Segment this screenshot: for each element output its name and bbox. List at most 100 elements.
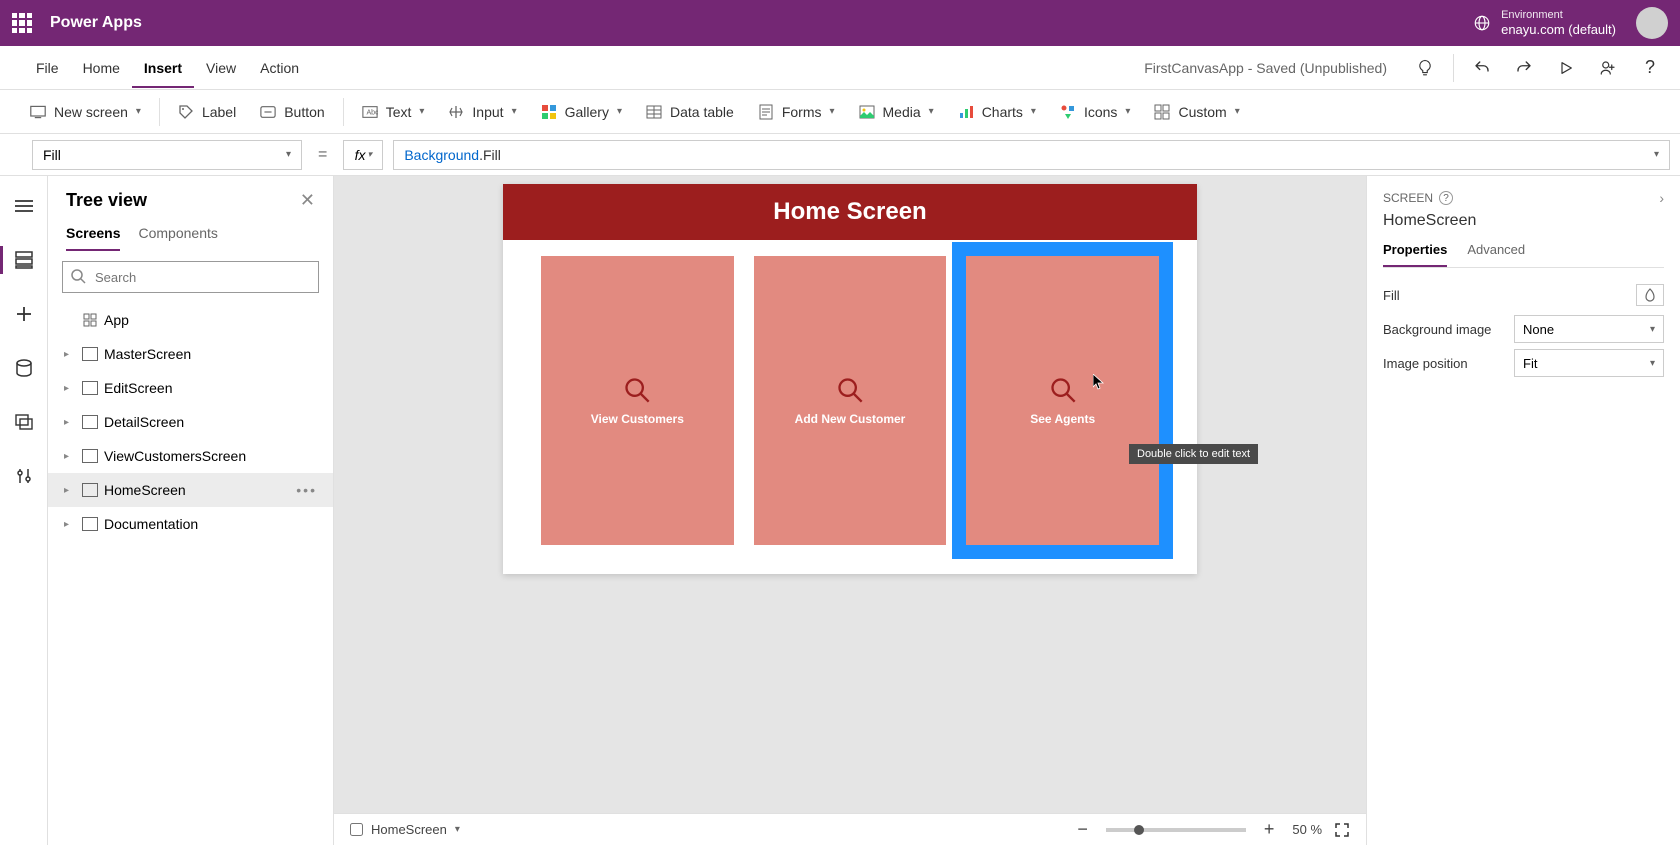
tree-item-masterscreen[interactable]: ▸ MasterScreen bbox=[48, 337, 333, 371]
label-icon bbox=[178, 104, 194, 120]
card-view-customers[interactable]: View Customers bbox=[541, 256, 734, 545]
new-screen-button[interactable]: New screen ▾ bbox=[18, 98, 153, 126]
insert-icons-button[interactable]: Icons ▾ bbox=[1048, 98, 1143, 126]
card-label: View Customers bbox=[591, 412, 684, 426]
tree-item-detailscreen[interactable]: ▸ DetailScreen bbox=[48, 405, 333, 439]
chevron-right-icon[interactable]: ▸ bbox=[64, 485, 76, 496]
menu-view[interactable]: View bbox=[194, 48, 248, 88]
fx-button[interactable]: fx▾ bbox=[343, 140, 383, 170]
zoom-out-button[interactable]: − bbox=[1077, 819, 1088, 840]
card-add-new-customer[interactable]: Add New Customer bbox=[754, 256, 947, 545]
search-input[interactable] bbox=[62, 261, 319, 293]
help-button[interactable]: ? bbox=[1632, 50, 1668, 86]
panel-section-label: SCREEN bbox=[1383, 191, 1433, 205]
insert-charts-button[interactable]: Charts ▾ bbox=[946, 98, 1048, 126]
global-header: Power Apps Environment enayu.com (defaul… bbox=[0, 0, 1680, 46]
rail-insert[interactable] bbox=[8, 298, 40, 330]
forms-icon bbox=[758, 104, 774, 120]
app-checker-button[interactable] bbox=[1407, 50, 1443, 86]
menu-insert[interactable]: Insert bbox=[132, 48, 194, 88]
redo-button[interactable] bbox=[1506, 50, 1542, 86]
insert-button-text: Button bbox=[284, 104, 324, 120]
card-see-agents[interactable]: See Agents bbox=[966, 256, 1159, 545]
more-icon[interactable]: ••• bbox=[296, 482, 323, 498]
screen-icon bbox=[30, 104, 46, 120]
insert-label-text: Label bbox=[202, 104, 236, 120]
rail-advanced-tools[interactable] bbox=[8, 460, 40, 492]
tree-search[interactable] bbox=[62, 261, 319, 293]
screen-icon bbox=[82, 448, 98, 464]
share-button[interactable] bbox=[1590, 50, 1626, 86]
rail-tree-view[interactable] bbox=[8, 244, 40, 276]
chevron-down-icon: ▾ bbox=[1650, 358, 1655, 369]
zoom-in-button[interactable]: + bbox=[1264, 819, 1275, 840]
canvas-area[interactable]: Home Screen View Customers Add New Custo… bbox=[334, 176, 1366, 845]
close-icon[interactable]: ✕ bbox=[300, 190, 315, 211]
formula-input[interactable]: Background.Fill ▾ bbox=[393, 140, 1670, 170]
zoom-slider[interactable] bbox=[1106, 828, 1246, 832]
waffle-icon[interactable] bbox=[12, 13, 32, 33]
status-screen-name: HomeScreen bbox=[371, 822, 447, 837]
tree-item-editscreen[interactable]: ▸ EditScreen bbox=[48, 371, 333, 405]
chevron-right-icon[interactable]: › bbox=[1659, 190, 1664, 206]
screen-checkbox[interactable] bbox=[350, 823, 363, 836]
insert-forms-button[interactable]: Forms ▾ bbox=[746, 98, 847, 126]
insert-input-button[interactable]: Input ▾ bbox=[436, 98, 528, 126]
preview-button[interactable] bbox=[1548, 50, 1584, 86]
fit-to-window-button[interactable] bbox=[1334, 822, 1350, 838]
tree-item-homescreen[interactable]: ▸ HomeScreen ••• bbox=[48, 473, 333, 507]
image-position-select[interactable]: Fit ▾ bbox=[1514, 349, 1664, 377]
insert-custom-button[interactable]: Custom ▾ bbox=[1142, 98, 1251, 126]
cursor-icon bbox=[1093, 374, 1105, 390]
insert-label-button[interactable]: Label bbox=[166, 98, 248, 126]
insert-media-label: Media bbox=[883, 104, 921, 120]
chevron-right-icon[interactable]: ▸ bbox=[64, 383, 76, 394]
app-title-status: FirstCanvasApp - Saved (Unpublished) bbox=[1144, 60, 1387, 76]
prop-fill-label: Fill bbox=[1383, 288, 1400, 303]
data-table-icon bbox=[646, 104, 662, 120]
insert-text-button[interactable]: Abc Text ▾ bbox=[350, 98, 437, 126]
formula-object: Background bbox=[404, 147, 479, 163]
fill-color-swatch[interactable] bbox=[1636, 284, 1664, 306]
chevron-down-icon[interactable]: ▾ bbox=[455, 824, 460, 835]
menu-file[interactable]: File bbox=[24, 48, 71, 88]
tree-item-label: Documentation bbox=[104, 516, 323, 532]
card-row: View Customers Add New Customer See Agen… bbox=[503, 240, 1197, 561]
canvas[interactable]: Home Screen View Customers Add New Custo… bbox=[503, 184, 1197, 574]
rail-hamburger[interactable] bbox=[8, 190, 40, 222]
new-screen-label: New screen bbox=[54, 104, 128, 120]
chevron-right-icon[interactable]: ▸ bbox=[64, 417, 76, 428]
tab-advanced[interactable]: Advanced bbox=[1467, 242, 1525, 267]
tree-item-app[interactable]: App bbox=[48, 303, 333, 337]
property-selector-value: Fill bbox=[43, 147, 61, 163]
bg-image-select[interactable]: None ▾ bbox=[1514, 315, 1664, 343]
tab-components[interactable]: Components bbox=[138, 225, 217, 251]
help-icon[interactable]: ? bbox=[1439, 191, 1453, 205]
insert-button-button[interactable]: Button bbox=[248, 98, 336, 126]
undo-button[interactable] bbox=[1464, 50, 1500, 86]
insert-media-button[interactable]: Media ▾ bbox=[847, 98, 946, 126]
rail-media[interactable] bbox=[8, 406, 40, 438]
tab-properties[interactable]: Properties bbox=[1383, 242, 1447, 267]
main-area: Tree view ✕ Screens Components App ▸ Mas… bbox=[0, 176, 1680, 845]
canvas-header[interactable]: Home Screen bbox=[503, 184, 1197, 240]
menu-home[interactable]: Home bbox=[71, 48, 132, 88]
status-bar: HomeScreen ▾ − + 50 % bbox=[334, 813, 1366, 845]
tree-item-viewcustomersscreen[interactable]: ▸ ViewCustomersScreen bbox=[48, 439, 333, 473]
tab-screens[interactable]: Screens bbox=[66, 225, 120, 251]
chevron-right-icon[interactable]: ▸ bbox=[64, 519, 76, 530]
insert-gallery-button[interactable]: Gallery ▾ bbox=[529, 98, 634, 126]
insert-data-table-button[interactable]: Data table bbox=[634, 98, 746, 126]
chevron-down-icon: ▾ bbox=[929, 106, 934, 117]
environment-name: enayu.com (default) bbox=[1501, 22, 1616, 38]
rail-data[interactable] bbox=[8, 352, 40, 384]
tree-item-documentation[interactable]: ▸ Documentation bbox=[48, 507, 333, 541]
chevron-right-icon[interactable]: ▸ bbox=[64, 349, 76, 360]
avatar[interactable] bbox=[1636, 7, 1668, 39]
environment-picker[interactable]: Environment enayu.com (default) bbox=[1473, 9, 1616, 38]
chevron-down-icon[interactable]: ▾ bbox=[1654, 149, 1659, 160]
property-selector[interactable]: Fill ▾ bbox=[32, 140, 302, 170]
chevron-right-icon[interactable]: ▸ bbox=[64, 451, 76, 462]
chevron-down-icon: ▾ bbox=[1125, 106, 1130, 117]
menu-action[interactable]: Action bbox=[248, 48, 311, 88]
